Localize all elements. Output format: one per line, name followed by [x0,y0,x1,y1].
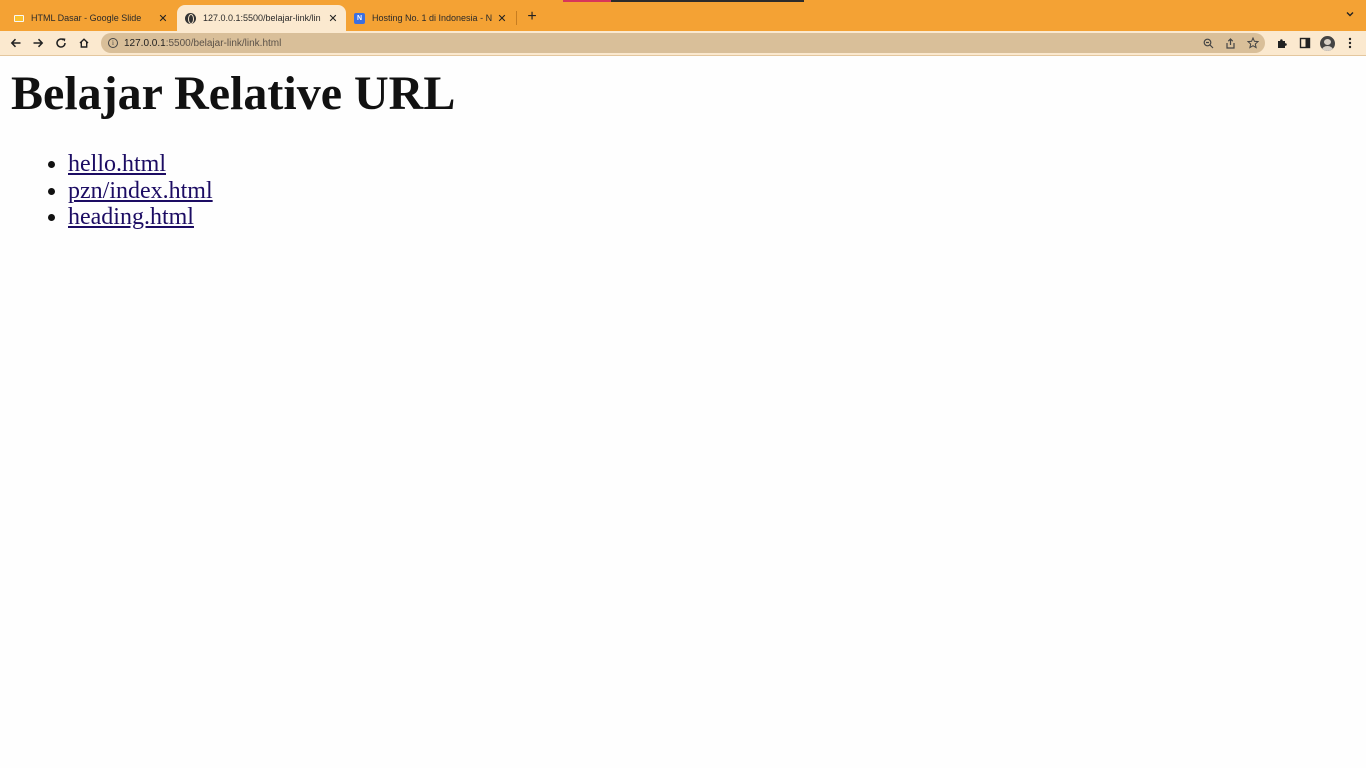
tab-localhost[interactable]: 127.0.0.1:5500/belajar-link/lin ✕ [177,5,346,31]
tab-title: 127.0.0.1:5500/belajar-link/lin [203,13,321,23]
link-list: hello.html pzn/index.html heading.html [68,151,213,231]
zoom-icon[interactable] [1201,36,1215,50]
list-item: hello.html [68,151,213,178]
url-text[interactable]: 127.0.0.1:5500/belajar-link/link.html [124,38,281,49]
url-path: :5500/belajar-link/link.html [165,37,282,49]
globe-icon [185,12,196,24]
extensions-button[interactable] [1274,35,1290,51]
tab-title: Hosting No. 1 di Indonesia - N [372,13,493,23]
bookmark-star-icon[interactable] [1246,36,1260,50]
reload-icon [56,38,66,48]
arrow-left-icon [10,38,21,48]
tab-strip: HTML Dasar - Google Slide ✕ 127.0.0.1:55… [0,0,1366,31]
tab-search-chevron-icon[interactable] [1343,9,1357,23]
close-icon[interactable]: ✕ [326,11,340,25]
avatar [1319,35,1335,51]
back-button[interactable] [8,35,24,51]
tab-separator [516,11,517,25]
page-title: Belajar Relative URL [11,67,456,120]
new-tab-button[interactable]: + [524,9,540,25]
list-item: heading.html [68,204,213,231]
side-panel-button[interactable] [1297,35,1313,51]
link-hello[interactable]: hello.html [68,151,166,177]
page-content: Belajar Relative URL hello.html pzn/inde… [0,57,1366,768]
forward-button[interactable] [30,35,46,51]
recording-indicator-track [611,0,804,2]
address-bar[interactable]: i 127.0.0.1:5500/belajar-link/link.html [101,33,1265,53]
close-icon[interactable]: ✕ [156,11,170,25]
google-slides-icon [13,13,24,24]
share-icon[interactable] [1223,36,1237,50]
reload-button[interactable] [53,35,69,51]
recording-indicator [563,0,611,2]
tab-title: HTML Dasar - Google Slide [31,13,142,23]
niagahoster-icon: N [354,12,365,24]
browser-toolbar: i 127.0.0.1:5500/belajar-link/link.html [0,31,1366,56]
close-icon[interactable]: ✕ [495,11,509,25]
home-icon [79,38,89,48]
tab-hosting[interactable]: N Hosting No. 1 di Indonesia - N ✕ [347,5,515,31]
arrow-right-icon [33,38,44,48]
more-vertical-icon [1348,37,1352,49]
url-host: 127.0.0.1 [124,37,166,49]
profile-button[interactable] [1319,35,1335,51]
list-item: pzn/index.html [68,178,213,205]
home-button[interactable] [76,35,92,51]
link-heading[interactable]: heading.html [68,204,194,230]
site-info-icon[interactable]: i [108,38,118,48]
puzzle-icon [1278,39,1287,48]
tab-google-slides[interactable]: HTML Dasar - Google Slide ✕ [0,5,176,31]
link-pzn-index[interactable]: pzn/index.html [68,178,213,204]
menu-button[interactable] [1342,35,1358,51]
side-panel-icon [1299,37,1311,49]
